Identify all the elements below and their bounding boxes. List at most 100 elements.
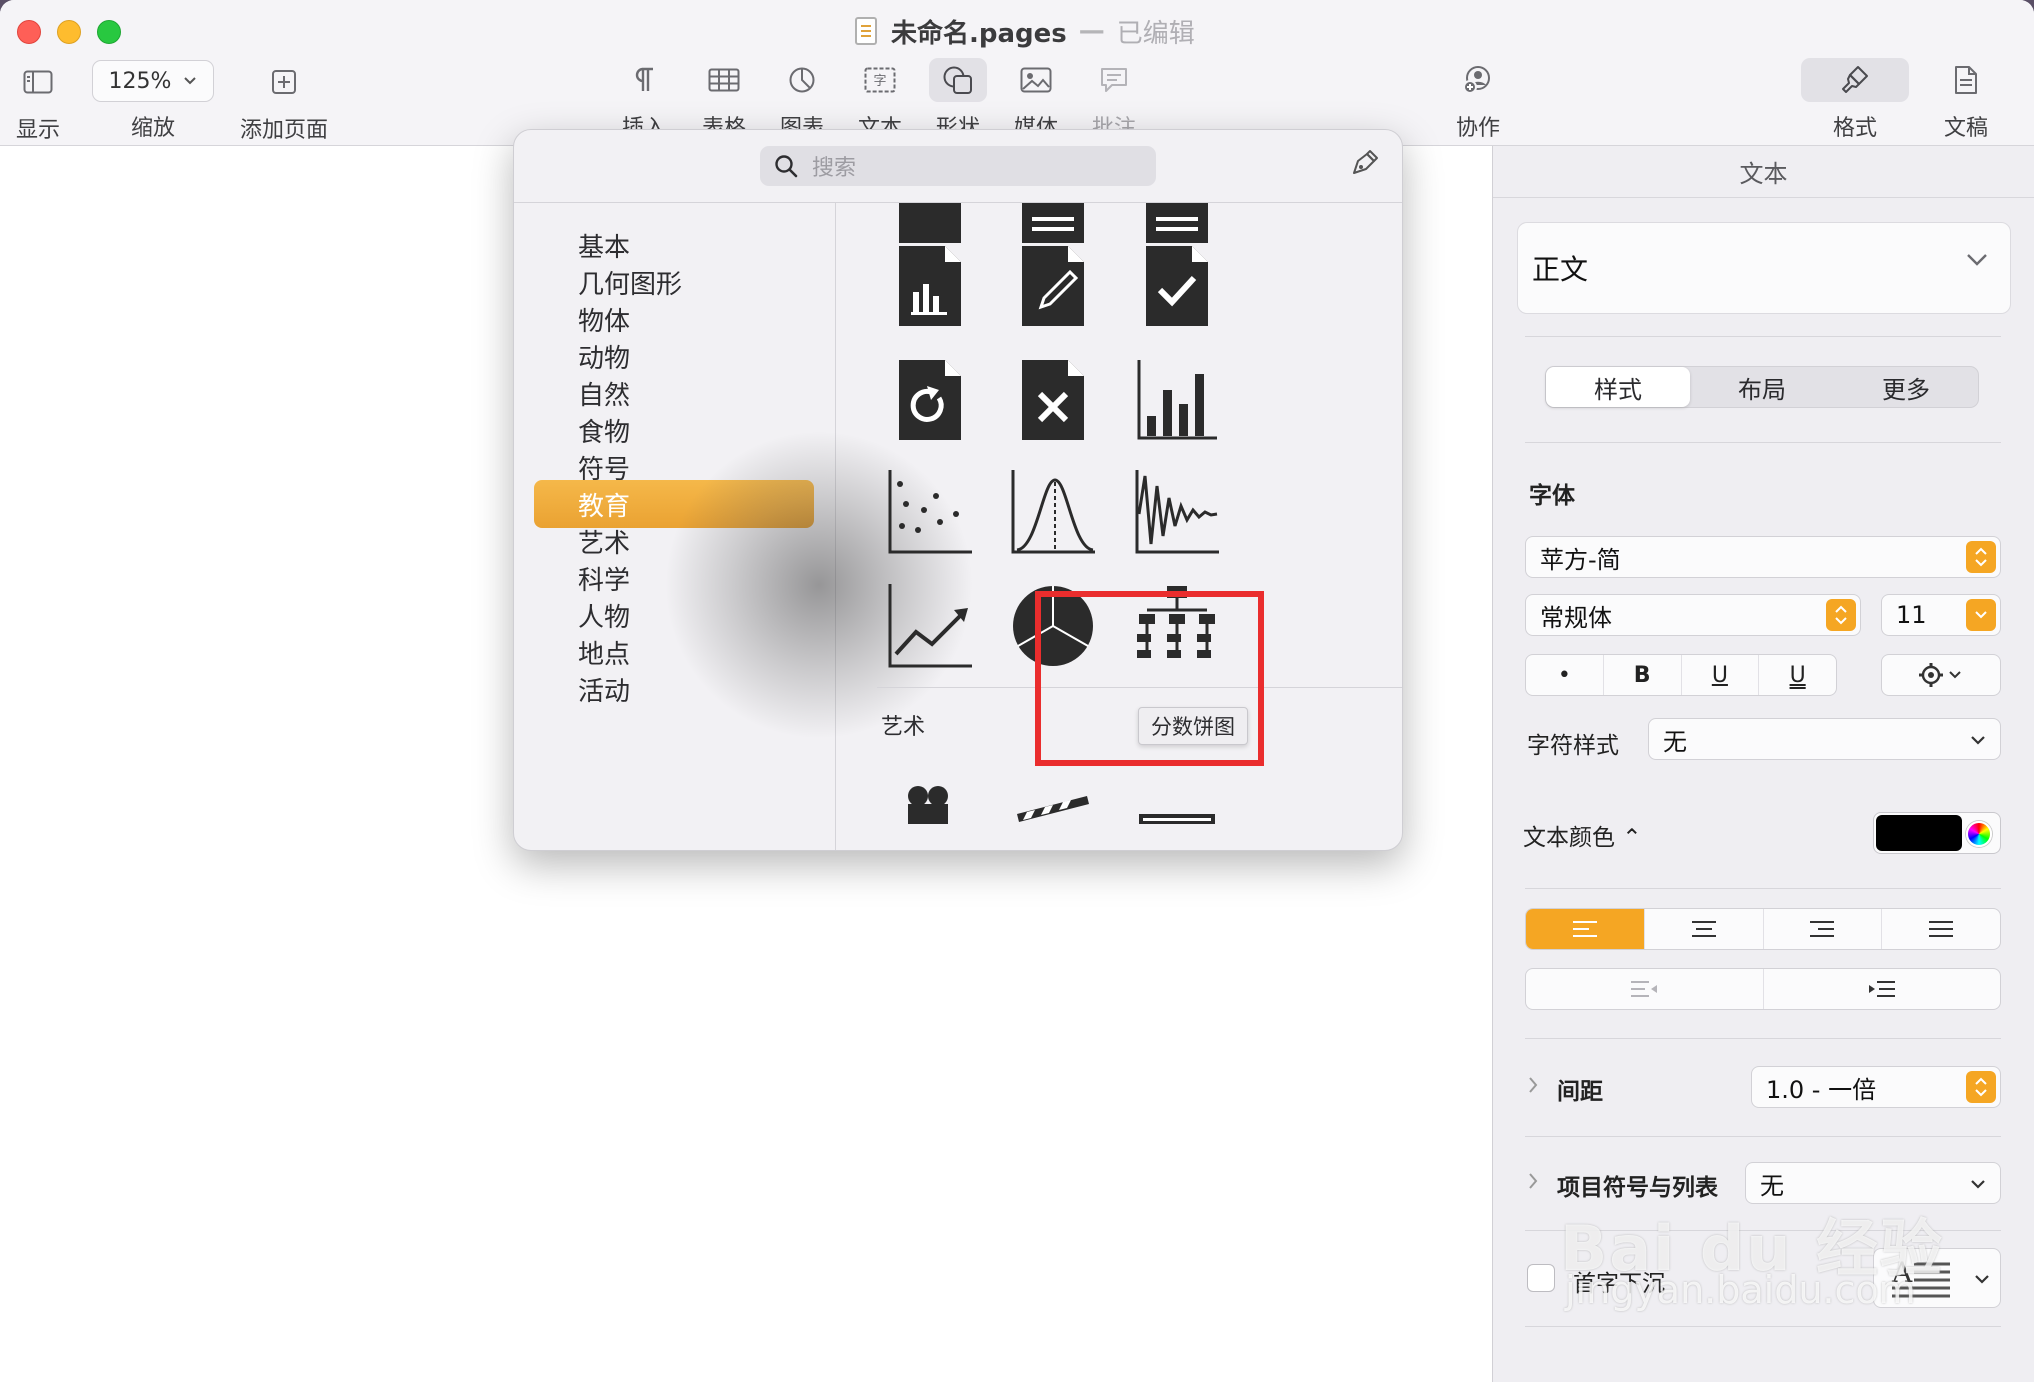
text-color-well[interactable] bbox=[1873, 812, 2001, 854]
typeface-select[interactable]: 常规体 bbox=[1525, 594, 1861, 636]
search-icon bbox=[775, 155, 798, 178]
format-button[interactable]: 格式 bbox=[1800, 58, 1910, 142]
zoom-window-button[interactable] bbox=[97, 20, 121, 44]
close-button[interactable] bbox=[17, 20, 41, 44]
document-button[interactable]: 文稿 bbox=[1936, 58, 1996, 142]
paragraph-style-dropdown[interactable]: 正文 bbox=[1517, 222, 2011, 314]
collaborate-button[interactable]: 协作 bbox=[1443, 58, 1513, 142]
format-inspector: 文本 正文 样式 布局 更多 字体 苹方-简 常规体 11 • B U U 字符… bbox=[1492, 146, 2034, 1382]
section-label-art: 艺术 bbox=[881, 715, 926, 740]
font-family-value: 苹方-简 bbox=[1540, 545, 1621, 574]
justify-button[interactable] bbox=[1882, 909, 2000, 949]
movie-camera-icon[interactable] bbox=[885, 759, 975, 849]
align-right-button[interactable] bbox=[1764, 909, 1883, 949]
chevron-down-icon bbox=[1975, 1275, 1989, 1284]
align-center-icon bbox=[1691, 921, 1716, 937]
decrease-indent-button[interactable] bbox=[1526, 969, 1764, 1009]
damped-wave-icon[interactable] bbox=[1132, 467, 1222, 557]
rejected-document-icon[interactable] bbox=[1008, 355, 1098, 445]
view-button[interactable]: 显示 bbox=[16, 58, 60, 144]
category-list: 基本 几何图形 物体 动物 自然 食物 符号 教育 艺术 科学 人物 地点 活动 bbox=[514, 203, 836, 850]
align-left-button[interactable] bbox=[1526, 909, 1645, 949]
font-section-title: 字体 bbox=[1529, 483, 1575, 509]
tab-layout[interactable]: 布局 bbox=[1690, 367, 1834, 407]
divider bbox=[1525, 442, 2001, 443]
category-activities[interactable]: 活动 bbox=[534, 665, 814, 713]
updown-arrows-icon bbox=[1966, 541, 1996, 573]
divider bbox=[1525, 336, 2001, 337]
minimize-button[interactable] bbox=[57, 20, 81, 44]
bullets-label[interactable]: 项目符号与列表 bbox=[1557, 1168, 1718, 1202]
font-size-value: 11 bbox=[1896, 601, 1927, 629]
document-icon bbox=[855, 17, 877, 45]
chevron-right-icon[interactable] bbox=[1527, 1076, 1539, 1094]
color-swatch bbox=[1876, 815, 1962, 851]
zoom-control[interactable]: 125% 缩放 bbox=[92, 60, 214, 142]
chevron-right-icon[interactable] bbox=[1527, 1172, 1539, 1190]
checked-document-icon[interactable] bbox=[1132, 241, 1222, 331]
justify-icon bbox=[1929, 921, 1954, 937]
divider bbox=[1525, 888, 2001, 889]
zoom-dropdown[interactable]: 125% bbox=[92, 60, 214, 102]
format-label: 格式 bbox=[1832, 116, 1877, 141]
add-page-button[interactable]: 添加页面 bbox=[240, 58, 328, 144]
indent-icon bbox=[1868, 981, 1895, 997]
clapperboard-icon[interactable] bbox=[1008, 759, 1098, 849]
table-icon bbox=[695, 58, 753, 102]
text-color-label[interactable]: 文本颜色 ⌃ bbox=[1523, 818, 1642, 852]
updown-arrows-icon bbox=[1826, 599, 1856, 631]
shape-library-popover: 搜索 基本 几何图形 物体 动物 自然 食物 符号 教育 艺术 科学 人物 地点… bbox=[513, 129, 1403, 851]
edit-document-icon[interactable] bbox=[1008, 241, 1098, 331]
font-size-field[interactable]: 11 bbox=[1881, 594, 2001, 636]
text-options-button[interactable]: • bbox=[1526, 655, 1604, 695]
document-setup-icon bbox=[1937, 58, 1995, 102]
pen-tool-icon[interactable] bbox=[1348, 148, 1380, 184]
align-right-icon bbox=[1810, 921, 1835, 937]
add-page-icon bbox=[271, 58, 297, 106]
divider bbox=[1525, 1326, 2001, 1327]
document-label: 文稿 bbox=[1943, 116, 1988, 141]
font-family-select[interactable]: 苹方-简 bbox=[1525, 536, 2001, 578]
updown-arrows-icon bbox=[1966, 1071, 1996, 1103]
shape-search-field[interactable]: 搜索 bbox=[760, 146, 1156, 186]
chevron-down-icon bbox=[1967, 254, 1987, 266]
chevron-down-icon bbox=[184, 77, 197, 85]
shape-icon bbox=[929, 58, 987, 102]
increase-indent-button[interactable] bbox=[1764, 969, 2001, 1009]
refresh-document-icon[interactable] bbox=[885, 355, 975, 445]
color-wheel-icon[interactable] bbox=[1966, 821, 1992, 847]
bar-chart-shape-icon[interactable] bbox=[1132, 355, 1222, 445]
underline-button[interactable]: U bbox=[1682, 655, 1760, 695]
svg-text:字: 字 bbox=[873, 74, 886, 89]
bar-report-icon[interactable] bbox=[885, 241, 975, 331]
collaborate-label: 协作 bbox=[1455, 116, 1500, 141]
drop-cap-checkbox[interactable] bbox=[1527, 1264, 1555, 1292]
normal-distribution-icon[interactable] bbox=[1008, 467, 1098, 557]
collaborate-icon bbox=[1449, 58, 1507, 102]
bold-button[interactable]: B bbox=[1604, 655, 1682, 695]
paragraph-icon bbox=[615, 58, 673, 102]
comment-icon bbox=[1085, 58, 1143, 102]
outdent-icon bbox=[1631, 981, 1658, 997]
chevron-down-icon[interactable] bbox=[1966, 599, 1996, 631]
sidebar-icon bbox=[23, 58, 53, 106]
line-graph-icon[interactable] bbox=[885, 581, 975, 671]
spacing-label[interactable]: 间距 bbox=[1557, 1072, 1603, 1106]
divider bbox=[1525, 1038, 2001, 1039]
typeface-value: 常规体 bbox=[1540, 603, 1612, 632]
char-style-dropdown[interactable]: 无 bbox=[1648, 718, 2001, 760]
strikethrough-button[interactable]: U bbox=[1759, 655, 1836, 695]
spacing-value: 1.0 - 一倍 bbox=[1766, 1075, 1877, 1104]
tab-style[interactable]: 样式 bbox=[1546, 367, 1690, 407]
media-icon bbox=[1007, 58, 1065, 102]
scatter-plot-icon[interactable] bbox=[885, 467, 975, 557]
spacing-select[interactable]: 1.0 - 一倍 bbox=[1751, 1066, 2001, 1108]
document-name: 未命名.pages bbox=[891, 18, 1067, 49]
align-center-button[interactable] bbox=[1645, 909, 1764, 949]
text-options-gear-button[interactable] bbox=[1881, 654, 2001, 696]
zoom-value: 125% bbox=[108, 68, 172, 94]
tab-more[interactable]: 更多 bbox=[1834, 367, 1978, 407]
alignment-buttons bbox=[1525, 908, 2001, 950]
theater-icon[interactable] bbox=[1132, 759, 1222, 849]
chart-icon bbox=[773, 58, 831, 102]
